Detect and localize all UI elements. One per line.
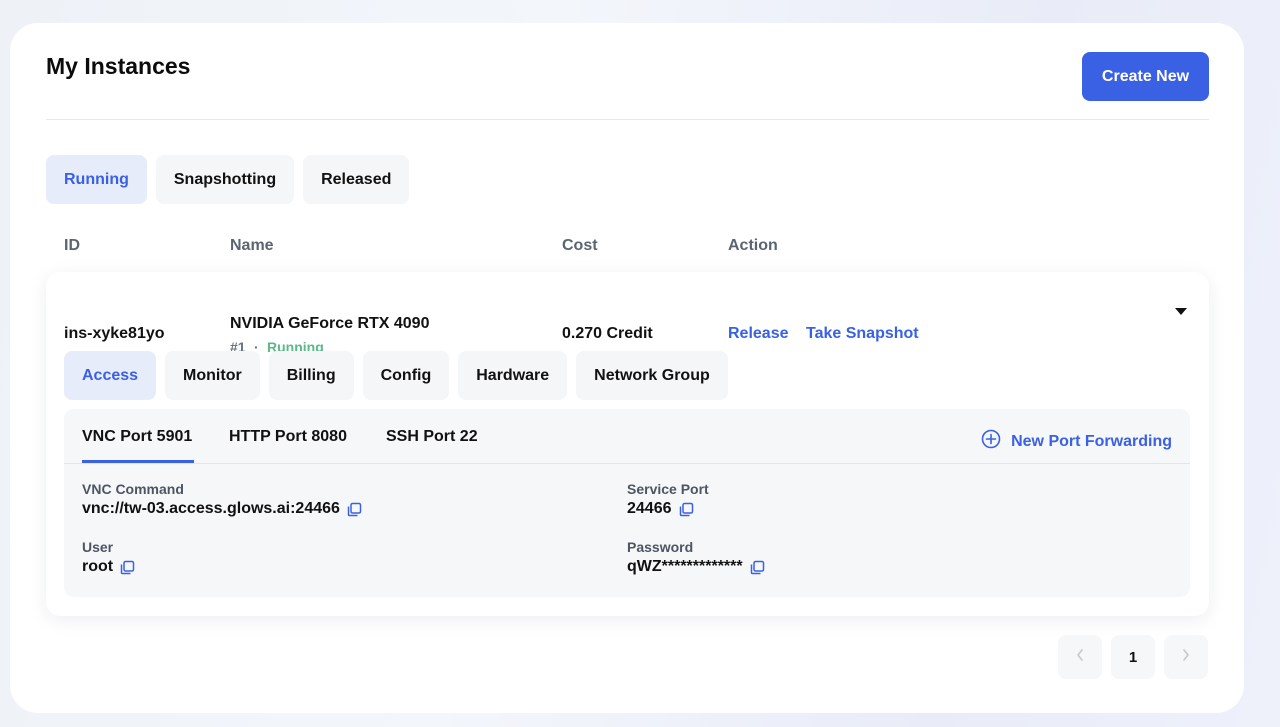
instance-name: NVIDIA GeForce RTX 4090: [230, 315, 430, 332]
copy-icon[interactable]: [750, 560, 765, 575]
tab-access[interactable]: Access: [64, 351, 157, 400]
chevron-right-icon: [1181, 648, 1191, 666]
password-field: qWZ*************: [627, 558, 765, 576]
tab-billing[interactable]: Billing: [268, 351, 354, 400]
user-label: User: [82, 539, 114, 555]
vnc-command-value: vnc://tw-03.access.glows.ai:24466: [82, 500, 340, 517]
port-tabs: VNC Port 5901 HTTP Port 8080 SSH Port 22…: [64, 409, 1190, 464]
instance-row: ins-xyke81yo NVIDIA GeForce RTX 4090 #1 …: [46, 272, 1209, 616]
copy-icon[interactable]: [679, 502, 694, 517]
tab-http-port[interactable]: HTTP Port 8080: [229, 428, 347, 446]
header-divider: [46, 119, 1209, 120]
plus-circle-icon: [981, 429, 1001, 454]
tab-network-group[interactable]: Network Group: [576, 351, 728, 400]
user-field: root: [82, 558, 135, 576]
chevron-down-icon[interactable]: [1175, 308, 1187, 315]
tab-snapshotting[interactable]: Snapshotting: [155, 155, 295, 204]
new-port-forwarding-button[interactable]: New Port Forwarding: [981, 429, 1172, 454]
tab-config[interactable]: Config: [362, 351, 450, 400]
new-port-forwarding-label: New Port Forwarding: [1011, 432, 1172, 450]
chevron-left-icon: [1075, 648, 1085, 666]
tab-running[interactable]: Running: [46, 155, 147, 204]
tab-ssh-port[interactable]: SSH Port 22: [386, 428, 478, 446]
column-header-name: Name: [230, 237, 274, 254]
service-port-value: 24466: [627, 500, 672, 517]
instance-cost: 0.270 Credit: [562, 325, 653, 342]
take-snapshot-link[interactable]: Take Snapshot: [806, 325, 919, 343]
vnc-command-field: vnc://tw-03.access.glows.ai:24466: [82, 500, 362, 518]
column-header-action: Action: [728, 237, 778, 254]
access-panel: VNC Port 5901 HTTP Port 8080 SSH Port 22…: [64, 409, 1190, 597]
page-title: My Instances: [46, 53, 191, 79]
release-link[interactable]: Release: [728, 325, 789, 343]
pagination-prev-button[interactable]: [1058, 635, 1102, 679]
tab-released[interactable]: Released: [303, 155, 410, 204]
tab-monitor[interactable]: Monitor: [165, 351, 260, 400]
column-header-id: ID: [64, 237, 80, 254]
instance-id: ins-xyke81yo: [64, 325, 165, 342]
copy-icon[interactable]: [120, 560, 135, 575]
status-tabs: Running Snapshotting Released: [46, 155, 410, 204]
vnc-command-label: VNC Command: [82, 481, 184, 497]
copy-icon[interactable]: [347, 502, 362, 517]
pagination-next-button[interactable]: [1164, 635, 1208, 679]
user-value: root: [82, 558, 114, 575]
password-value: qWZ*************: [627, 558, 743, 575]
service-port-field: 24466: [627, 500, 694, 518]
column-header-cost: Cost: [562, 237, 598, 254]
create-new-button[interactable]: Create New: [1082, 52, 1209, 101]
active-tab-indicator: [82, 460, 194, 463]
service-port-label: Service Port: [627, 481, 709, 497]
tab-hardware[interactable]: Hardware: [458, 351, 568, 400]
pagination-page-1[interactable]: 1: [1111, 635, 1155, 679]
tab-vnc-port[interactable]: VNC Port 5901: [82, 428, 192, 446]
detail-tabs: Access Monitor Billing Config Hardware N…: [64, 351, 728, 400]
password-label: Password: [627, 539, 694, 555]
instances-card: My Instances Create New Running Snapshot…: [10, 23, 1244, 713]
